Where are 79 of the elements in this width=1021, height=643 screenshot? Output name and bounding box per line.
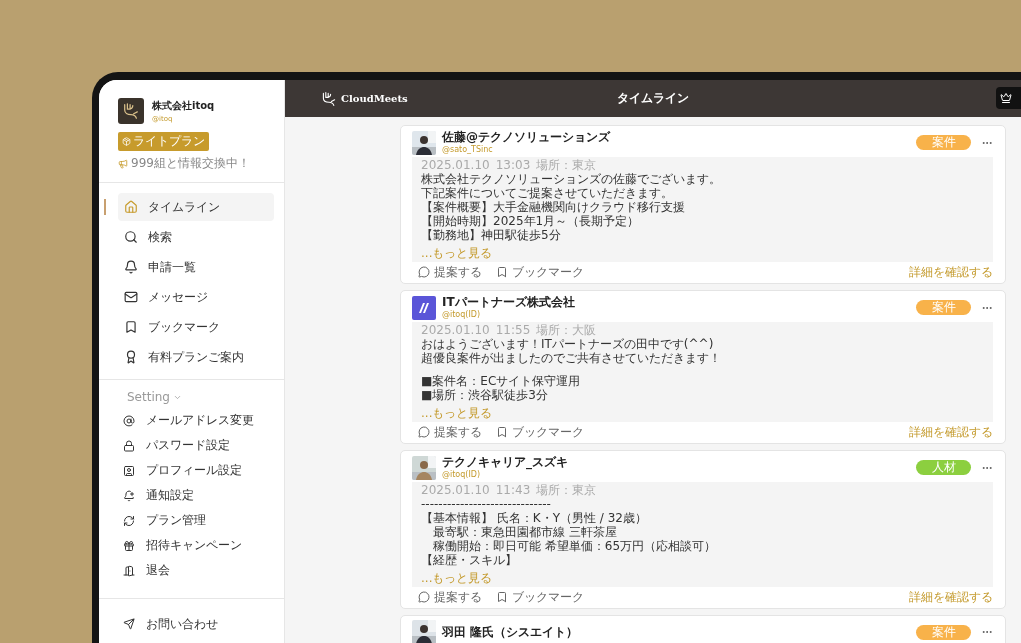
post-date: 2025.01.10 xyxy=(421,158,490,172)
post-text-line: 【経歴・スキル】 xyxy=(421,553,518,567)
post-text-line: 下記案件についてご提案させていただきます。 xyxy=(421,186,674,200)
bookmark-icon xyxy=(496,266,508,278)
poster-handle: @itoq(ID) xyxy=(442,470,481,480)
post-time: 11:43 xyxy=(495,483,531,497)
settings-item[interactable]: メールアドレス変更 xyxy=(123,408,284,433)
settings-item[interactable]: 招待キャンペーン xyxy=(123,533,284,558)
gift-icon xyxy=(123,539,135,552)
poster-name: ITパートナーズ株式会社 xyxy=(442,295,575,309)
exchange-count: 999組と情報交換中！ xyxy=(131,155,250,172)
lock-icon xyxy=(123,439,135,452)
post-location: 場所：大阪 xyxy=(536,323,597,337)
propose-action[interactable]: 提案する xyxy=(418,265,482,279)
post-text-line: 稼働開始：即日可能 希望単価：65万円（応相談可） xyxy=(432,539,718,553)
speech-bubble-icon xyxy=(418,591,430,603)
post-date: 2025.01.10 xyxy=(421,323,490,337)
bell-icon xyxy=(124,260,138,274)
bookmark-icon xyxy=(496,426,508,438)
mail-icon xyxy=(124,290,138,304)
company-logo-icon xyxy=(412,295,436,320)
contact-item[interactable]: お問い合わせ xyxy=(123,599,284,643)
speech-bubble-icon xyxy=(418,266,430,278)
post-text-line: 【基本情報】 氏名：K・Y（男性 / 32歳） xyxy=(421,511,648,525)
category-tag: 人材 xyxy=(916,460,971,475)
poster-handle: @itoq(ID) xyxy=(442,310,481,320)
bookmark-action[interactable]: ブックマーク xyxy=(496,265,584,279)
category-tag: 案件 xyxy=(916,300,971,315)
category-tag: 案件 xyxy=(916,624,971,640)
post-location: 場所：東京 xyxy=(536,158,597,172)
home-icon xyxy=(124,200,138,214)
door-icon xyxy=(123,564,135,577)
post-text-line: おはようございます！ITパートナーズの田中です(^^) xyxy=(421,337,715,351)
post-location: 場所：東京 xyxy=(536,483,597,497)
profile-card-icon xyxy=(123,464,135,477)
category-tag: 案件 xyxy=(916,135,971,150)
company-name: 株式会社itoq xyxy=(152,99,215,113)
poster-handle: @sato_TSinc xyxy=(442,145,493,155)
bookmark-icon xyxy=(124,320,138,334)
plan-badge: ライトプラン xyxy=(118,132,209,151)
megaphone-icon xyxy=(118,158,128,169)
settings-item[interactable]: 退会 xyxy=(123,558,284,583)
post-text-line: 最寄駅：東急田園都市線 三軒茶屋 xyxy=(432,525,618,539)
bookmark-icon xyxy=(496,591,508,603)
post-text-line: 株式会社テクノソリューションズの佐藤でございます。 xyxy=(421,172,722,186)
crown-icon xyxy=(1000,92,1012,104)
bookmark-action[interactable]: ブックマーク xyxy=(496,425,584,439)
settings-item[interactable]: パスワード設定 xyxy=(123,433,284,458)
settings-item[interactable]: プラン管理 xyxy=(123,508,284,533)
poster-name: テクノキャリア_スズキ xyxy=(442,455,568,469)
search-icon xyxy=(124,230,138,244)
post-time: 11:55 xyxy=(495,323,531,337)
post-time: 13:03 xyxy=(495,158,531,172)
post-text-line: ■場所：渋谷駅徒歩3分 xyxy=(421,388,549,402)
post-text-line: ------------------------------ xyxy=(421,497,552,511)
post-text-line: 超優良案件が出ましたのでご共有させていただきます！ xyxy=(421,351,722,365)
speech-bubble-icon xyxy=(418,426,430,438)
post-date: 2025.01.10 xyxy=(421,483,490,497)
bookmark-action[interactable]: ブックマーク xyxy=(496,590,584,604)
propose-action[interactable]: 提案する xyxy=(418,590,482,604)
premium-button[interactable] xyxy=(996,87,1021,109)
post-text-line: 【案件概要】大手金融機関向けクラウド移行支援 xyxy=(421,200,686,214)
post-text-line: 【開始時期】2025年1月～（長期予定） xyxy=(421,214,641,228)
settings-item[interactable]: 通知設定 xyxy=(123,483,284,508)
poster-name: 佐藤@テクノソリューションズ xyxy=(442,130,610,144)
settings-item[interactable]: プロフィール設定 xyxy=(123,458,284,483)
at-sign-icon xyxy=(123,414,135,427)
post-text-line: ■案件名：ECサイト保守運用 xyxy=(421,374,582,388)
send-icon xyxy=(123,618,135,630)
medal-icon xyxy=(124,350,138,364)
antler-logo-icon xyxy=(321,90,337,107)
page-title: タイムライン xyxy=(617,90,689,107)
box-icon xyxy=(122,137,131,146)
post-text-line: 【勤務地】神田駅徒歩5分 xyxy=(421,228,562,242)
bell-plus-icon xyxy=(123,489,135,502)
brand-name: CloudMeets xyxy=(341,93,408,104)
poster-name: 羽田 隆氏（シスエイト） xyxy=(442,625,579,639)
propose-action[interactable]: 提案する xyxy=(418,425,482,439)
refresh-icon xyxy=(123,514,135,527)
